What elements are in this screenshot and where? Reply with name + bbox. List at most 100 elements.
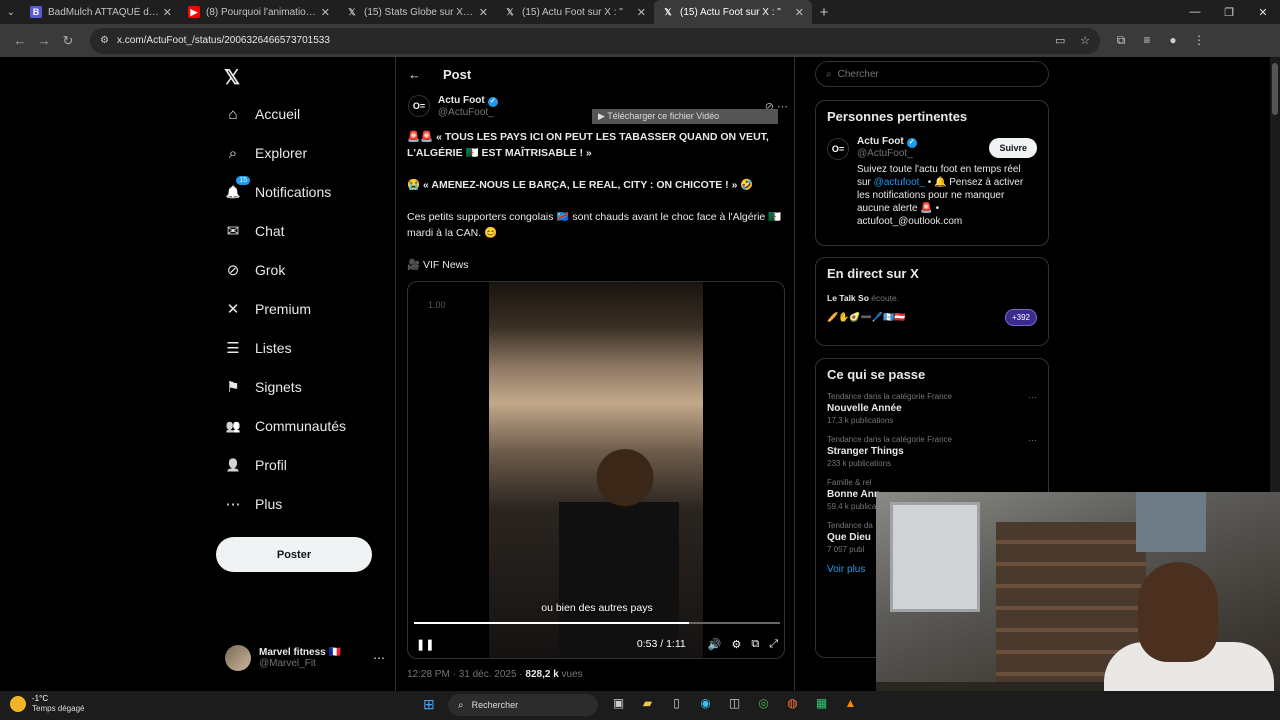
more-icon[interactable]: ⋯ bbox=[1028, 392, 1037, 403]
chrome-icon[interactable]: ◎ bbox=[749, 696, 778, 710]
download-video-overlay[interactable]: ▶ Télécharger ce fichier Vidéo bbox=[592, 109, 778, 124]
app-icon[interactable]: ▦ bbox=[807, 696, 836, 710]
scrollbar-thumb[interactable] bbox=[1272, 63, 1278, 115]
video-player[interactable]: 1.00 ou bien des autres pays ❚❚ 0:53 / 1… bbox=[407, 281, 785, 659]
reload-icon[interactable]: ↻ bbox=[56, 33, 80, 49]
more-icon[interactable]: ⋯ bbox=[1028, 435, 1037, 446]
notepad-icon[interactable]: ▯ bbox=[662, 696, 691, 710]
back-arrow-icon[interactable]: ← bbox=[408, 67, 421, 82]
follow-button[interactable]: Suivre bbox=[989, 138, 1037, 158]
nav-label: Explorer bbox=[255, 145, 308, 161]
nav-item-accueil[interactable]: ⌂ Accueil bbox=[223, 98, 300, 130]
minimize-button[interactable]: — bbox=[1178, 6, 1212, 19]
profile-icon[interactable]: ● bbox=[1160, 33, 1186, 48]
browser-menu-icon[interactable]: ⋮ bbox=[1186, 33, 1212, 48]
trend-item[interactable]: Tendance dans la catégorie France Nouvel… bbox=[827, 392, 1037, 425]
nav-item-listes[interactable]: ☰ Listes bbox=[223, 332, 291, 364]
weather-widget[interactable]: -1°C Temps dégagé bbox=[10, 694, 84, 714]
windows-start-icon[interactable]: ⊞ bbox=[423, 696, 435, 713]
weather-icon bbox=[10, 696, 26, 712]
close-icon[interactable]: ✕ bbox=[479, 6, 488, 19]
maximize-button[interactable]: ❐ bbox=[1212, 6, 1246, 19]
video-controls: ❚❚ 0:53 / 1:11 🔊 ⚙ ⧉ ⤢ bbox=[408, 632, 784, 656]
firefox-icon[interactable]: ◍ bbox=[778, 696, 807, 710]
search-input[interactable]: ⌕ Chercher bbox=[815, 61, 1049, 87]
views-count: 828,2 k bbox=[525, 669, 559, 680]
nav-item-premium[interactable]: ✕ Premium bbox=[223, 293, 311, 325]
live-panel[interactable]: En direct sur X Le Talk So écoute. 🥖✋🥑➖🖊… bbox=[815, 257, 1049, 346]
volume-icon[interactable]: 🔊 bbox=[708, 638, 722, 651]
media-icon[interactable]: ≡ bbox=[1134, 33, 1160, 48]
close-icon[interactable]: ✕ bbox=[795, 6, 804, 19]
tab-search-button[interactable]: ⌄ bbox=[0, 0, 22, 24]
url-field[interactable]: ⚙ x.com/ActuFoot_/status/200632646657370… bbox=[90, 27, 1100, 54]
site-info-icon[interactable]: ⚙ bbox=[100, 35, 109, 46]
youtube-icon: ▶ bbox=[188, 6, 200, 18]
x-icon: 𝕏 bbox=[664, 6, 672, 17]
browser-tab[interactable]: 𝕏 (15) Actu Foot sur X : " ✕ bbox=[496, 0, 654, 24]
nav-item-grok[interactable]: ⊘ Grok bbox=[223, 254, 286, 286]
bio-mention-link[interactable]: @actufoot_ bbox=[874, 177, 925, 188]
picture-in-picture-icon[interactable]: ⧉ bbox=[751, 638, 759, 651]
close-icon[interactable]: ✕ bbox=[163, 6, 172, 19]
nav-item-communautes[interactable]: 👥 Communautés bbox=[223, 410, 347, 442]
back-icon[interactable]: ← bbox=[8, 33, 32, 48]
nav-item-explorer[interactable]: ⌕ Explorer bbox=[223, 137, 307, 169]
nav-item-signets[interactable]: ⚑ Signets bbox=[223, 371, 301, 403]
account-handle: @Marvel_Fit bbox=[259, 658, 316, 669]
nav-item-profil[interactable]: 👤 Profil bbox=[223, 449, 287, 481]
vlc-icon[interactable]: ▲ bbox=[836, 696, 865, 710]
avatar bbox=[225, 645, 251, 671]
x-icon: ✕ bbox=[226, 301, 240, 318]
author-handle[interactable]: @ActuFoot_ bbox=[438, 107, 498, 118]
relevant-people-panel: Personnes pertinentes O= Actu Foot ✓ @Act… bbox=[815, 100, 1049, 246]
edge-icon[interactable]: ◉ bbox=[691, 696, 720, 710]
store-icon[interactable]: ◫ bbox=[720, 696, 749, 710]
nav-item-plus[interactable]: ⋯ Plus bbox=[223, 488, 283, 520]
nav-item-notifications[interactable]: 🔔 15 Notifications bbox=[223, 176, 331, 208]
person-name[interactable]: Actu Foot bbox=[857, 136, 904, 147]
author-name-row[interactable]: Actu Foot ✓ bbox=[438, 95, 498, 107]
close-icon[interactable]: ✕ bbox=[321, 6, 330, 19]
trend-item[interactable]: Tendance dans la catégorie France Strang… bbox=[827, 435, 1037, 468]
list-icon: ☰ bbox=[226, 340, 240, 357]
nav-label: Profil bbox=[255, 457, 287, 473]
close-window-button[interactable]: ✕ bbox=[1246, 6, 1280, 19]
live-host-suffix: écoute. bbox=[868, 293, 900, 303]
more-icon[interactable]: ⋯ bbox=[373, 651, 385, 665]
video-subtitle: ou bien des autres pays bbox=[541, 602, 653, 614]
browser-tab[interactable]: ▶ (8) Pourquoi l'animation japonaise ✕ bbox=[180, 0, 338, 24]
relevant-person[interactable]: O= Actu Foot ✓ @ActuFoot_ Suivez toute l'… bbox=[827, 136, 1037, 228]
live-host-name: Le Talk So bbox=[827, 293, 869, 303]
browser-tab-active[interactable]: 𝕏 (15) Actu Foot sur X : " ✕ bbox=[654, 0, 812, 24]
new-tab-button[interactable]: + bbox=[812, 4, 836, 21]
cast-icon[interactable]: ▭ bbox=[1055, 35, 1065, 47]
post-timestamp[interactable]: 12:28 PM · 31 déc. 2025 · bbox=[407, 669, 525, 680]
video-time: 0:53 / 1:11 bbox=[636, 638, 686, 650]
star-icon[interactable]: ☆ bbox=[1080, 35, 1090, 47]
task-view-icon[interactable]: ▣ bbox=[604, 696, 633, 710]
avatar[interactable]: O= bbox=[827, 138, 849, 160]
browser-tab[interactable]: B BadMulch ATTAQUÉ dans LIBÉ ✕ bbox=[22, 0, 180, 24]
file-explorer-icon[interactable]: ▰ bbox=[633, 696, 662, 710]
account-switcher[interactable]: Marvel fitness 🇫🇷 @Marvel_Fit ⋯ bbox=[225, 643, 385, 673]
views-label: vues bbox=[558, 669, 583, 680]
close-icon[interactable]: ✕ bbox=[637, 6, 646, 19]
taskbar-search-label: Rechercher bbox=[471, 700, 519, 710]
settings-icon[interactable]: ⚙ bbox=[731, 638, 741, 651]
pause-icon[interactable]: ❚❚ bbox=[416, 638, 434, 651]
browser-tab[interactable]: 𝕏 (15) Stats Globe sur X : "Year W ✕ bbox=[338, 0, 496, 24]
forward-icon[interactable]: → bbox=[32, 33, 56, 48]
extensions-icon[interactable]: ⧉ bbox=[1108, 33, 1134, 48]
x-logo-icon[interactable]: 𝕏 bbox=[224, 65, 240, 90]
nav-item-chat[interactable]: ✉ Chat bbox=[223, 215, 285, 247]
author-name[interactable]: Actu Foot bbox=[438, 95, 485, 106]
video-progress-bar[interactable] bbox=[414, 622, 780, 624]
bookmark-icon: ⚑ bbox=[226, 379, 240, 396]
taskbar-search[interactable]: ⌕ Rechercher bbox=[448, 694, 598, 716]
post-button[interactable]: Poster bbox=[216, 537, 372, 572]
fullscreen-icon[interactable]: ⤢ bbox=[769, 638, 778, 651]
more-icon[interactable]: ⋯ bbox=[777, 101, 788, 113]
author-avatar[interactable]: O= bbox=[408, 95, 430, 117]
search-icon: ⌕ bbox=[458, 699, 464, 711]
